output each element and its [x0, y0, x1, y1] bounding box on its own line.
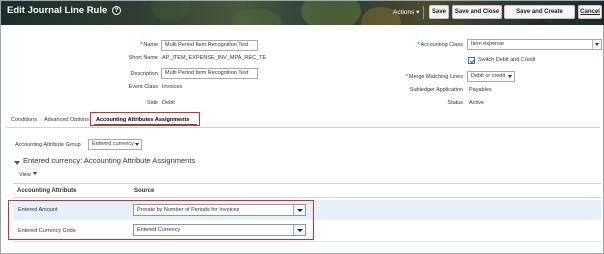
table-toolbar-divider — [13, 183, 601, 184]
short-name-label: Short Name — [128, 55, 158, 61]
event-class-label: Event Class — [128, 84, 158, 90]
status-value: Active — [469, 100, 484, 106]
tab-conditions[interactable]: Conditions — [11, 117, 37, 123]
cancel-button[interactable]: Cancel — [578, 5, 602, 19]
tab-highlight-box — [90, 112, 200, 126]
accounting-attribute-group-label: Accounting Attribute Group — [15, 142, 81, 148]
save-and-close-button[interactable]: Save and Close — [452, 5, 502, 19]
dropdown-arrow-icon — [592, 40, 601, 49]
column-header-accounting-attribute: Accounting Attribute — [17, 188, 77, 194]
collapse-section-icon[interactable] — [14, 161, 20, 165]
save-and-create-another-button[interactable]: Save and Create Another — [504, 5, 575, 25]
page-header: Edit Journal Line Rule ? Actions ▾ Save … — [1, 1, 604, 25]
table-highlight-box — [8, 200, 314, 240]
header-divider — [423, 6, 424, 19]
status-label: Status — [447, 100, 463, 106]
section-title: Entered currency: Accounting Attribute A… — [23, 156, 196, 165]
name-label: *Name — [140, 42, 158, 48]
side-value: Debit — [162, 100, 175, 106]
tab-divider — [6, 127, 600, 128]
help-icon[interactable]: ? — [111, 6, 121, 15]
column-header-source: Source — [134, 188, 155, 194]
description-input[interactable]: Multi Period Item Recognition Test — [161, 68, 258, 79]
table-header-divider — [13, 197, 601, 198]
short-name-value: AP_ITEM_EXPENSE_INV_MPA_REC_TE — [162, 55, 267, 61]
event-class-value: Invoices — [162, 84, 183, 90]
accounting-class-select[interactable]: Item expense — [467, 39, 602, 50]
accounting-class-label: *Accounting Class — [417, 42, 463, 48]
header-decoration — [231, 9, 281, 25]
chevron-down-icon: ▾ — [416, 9, 420, 16]
description-label: Description — [130, 71, 158, 77]
header-decoration — [301, 1, 361, 25]
tab-advanced-options[interactable]: Advanced Options — [44, 117, 89, 123]
subledger-application-label: Subledger Application — [409, 87, 463, 93]
name-input[interactable]: Multi Period Item Recognition Test — [161, 40, 258, 51]
merge-matching-lines-select[interactable]: Debit or credit — [467, 71, 515, 82]
side-label: Side — [146, 100, 158, 106]
chevron-down-icon — [32, 172, 37, 175]
merge-matching-lines-label: *Merge Matching Lines — [405, 74, 463, 80]
chevron-down-icon — [135, 143, 139, 146]
subledger-application-value: Payables — [469, 87, 492, 93]
switch-debit-credit-checkbox[interactable] — [468, 57, 475, 64]
actions-menu[interactable]: Actions ▾ — [393, 8, 419, 16]
save-button[interactable]: Save — [429, 5, 449, 19]
page-title: Edit Journal Line Rule ? — [7, 5, 121, 16]
switch-debit-credit-label: Switch Debit and Credit — [478, 57, 536, 63]
header-decoration — [151, 1, 191, 21]
accounting-attribute-group-select[interactable]: Entered currency — [88, 139, 142, 150]
chevron-down-icon — [508, 75, 512, 78]
view-menu[interactable]: View — [19, 172, 37, 178]
